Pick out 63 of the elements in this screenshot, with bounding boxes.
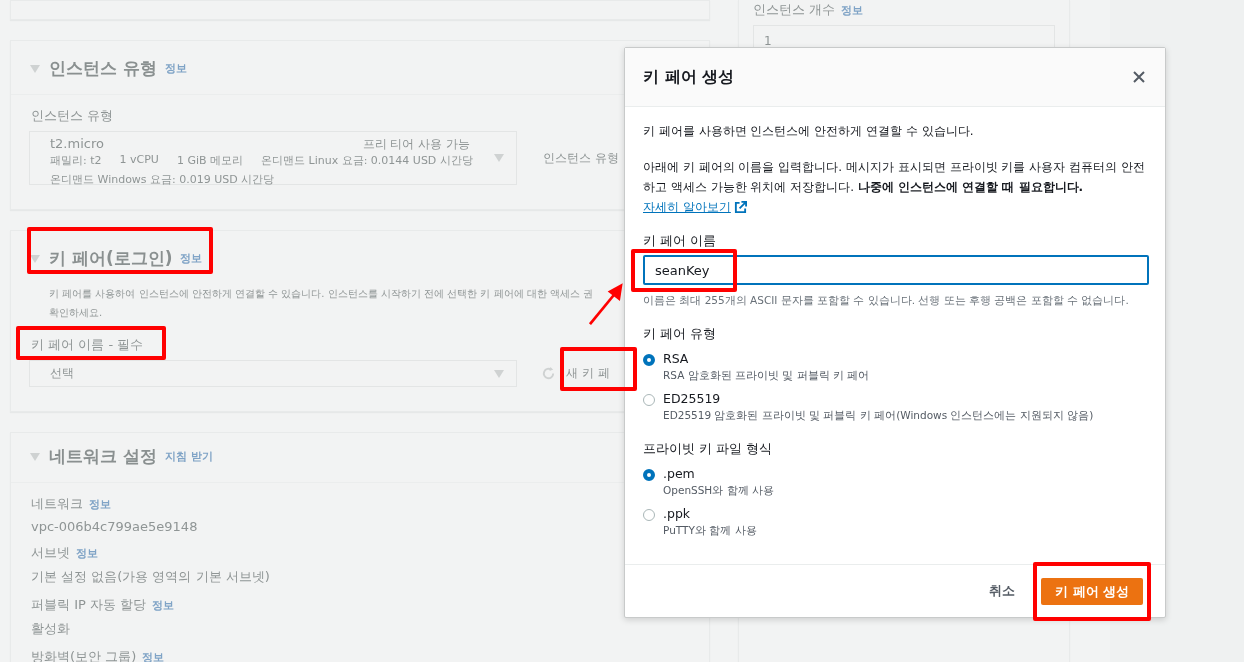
field-label: 인스턴스 유형: [31, 107, 114, 125]
compare-link[interactable]: 인스턴스 유형: [543, 149, 619, 167]
key-pair-name-field[interactable]: seanKey: [643, 255, 1149, 285]
radio-button[interactable]: [643, 469, 655, 481]
collapse-icon[interactable]: [29, 253, 41, 264]
option-label: .pem: [663, 466, 696, 481]
free-tier-label: 프리 티어 사용 가능: [362, 136, 470, 153]
info-link[interactable]: 정보: [76, 545, 98, 561]
radio-button[interactable]: [643, 394, 655, 406]
info-link[interactable]: 정보: [152, 597, 175, 613]
option-description: OpenSSH와 함께 사용: [663, 484, 775, 498]
option-description: ED25519 암호화된 프라이빗 및 퍼블릭 키 페어(Windows 인스턴스에는 지원되지 않음): [663, 409, 1095, 423]
field-hint: 이름은 최대 255개의 ASCII 문자를 포함할 수 있습니다. 선행 또는 후행 공백은 포함할 수 없습니다.: [643, 294, 1130, 308]
section-description: 확인하세요.: [49, 307, 103, 318]
close-button[interactable]: [1131, 69, 1147, 85]
select-placeholder: 선택: [50, 365, 74, 382]
field-label: 퍼블릭 IP 자동 할당: [31, 596, 147, 614]
field-value: 1: [764, 34, 772, 48]
group-label: 프라이빗 키 파일 형식: [643, 441, 773, 458]
instance-type-select[interactable]: t2.micro 프리 티어 사용 가능 패밀리: t2 1 vCPU 1 GiB 메모리 온디맨드 Linux 요금: 0.0144 USD 시간당 온디맨드 Windows 요금: 0.019 USD 시간당: [29, 131, 517, 185]
radio-button[interactable]: [643, 354, 655, 366]
option-label: RSA: [663, 351, 690, 366]
field-value: 활성화: [31, 620, 70, 638]
option-label: .ppk: [663, 506, 692, 521]
external-link-icon: [733, 200, 747, 214]
info-link[interactable]: 정보: [180, 251, 203, 266]
caret-icon: [494, 369, 504, 378]
instructions-text: 아래에 키 페어의 이름을 입력합니다. 메시지가 표시되면 프라이빗 키를 사용자 컴퓨터의 안전하고 액세스 가능한 위치에 저장합니다. 나중에 인스턴스에 연결할 때 필요합니다. 자세히 알아보기: [643, 157, 1147, 217]
section-description: 키 페어를 사용하여 인스턴스에 안전하게 연결할 수 있습니다. 인스턴스를 시작하기 전에 선택한 키 페어에 대한 액세스 권: [49, 288, 594, 299]
section-title: 인스턴스 유형: [49, 57, 157, 80]
intro-text: 키 페어를 사용하면 인스턴스에 안전하게 연결할 수 있습니다.: [643, 123, 975, 140]
instance-spec: 온디맨드 Linux 요금: 0.0144 USD 시간당: [261, 153, 473, 168]
option-label: ED25519: [663, 391, 722, 406]
instance-spec: 1 GiB 메모리: [176, 153, 243, 168]
instance-spec: 1 vCPU: [119, 153, 159, 168]
info-link[interactable]: 정보: [164, 61, 187, 76]
field-label: 인스턴스 개수: [753, 1, 836, 19]
refresh-icon[interactable]: [541, 366, 556, 381]
caret-icon: [494, 154, 504, 162]
info-link[interactable]: 정보: [89, 496, 111, 512]
guide-link[interactable]: 지침 받기: [164, 449, 213, 464]
option-description: PuTTY와 함께 사용: [663, 524, 758, 538]
new-key-pair-button[interactable]: 새 키 페: [566, 365, 610, 382]
field-label: 키 페어 이름: [643, 233, 717, 250]
section-title: 키 페어(로그인): [49, 247, 173, 270]
radio-button[interactable]: [643, 509, 655, 521]
field-label: 키 페어 이름 - 필수: [31, 336, 144, 354]
field-value: 기본 설정 없음(가용 영역의 기본 서브넷): [31, 568, 270, 586]
section-title: 네트워크 설정: [49, 445, 157, 468]
info-link[interactable]: 정보: [142, 649, 165, 662]
cancel-button[interactable]: 취소: [989, 582, 1016, 600]
instance-spec: 온디맨드 Windows 요금: 0.019 USD 시간당: [50, 173, 275, 186]
create-key-pair-button[interactable]: 키 페어 생성: [1041, 577, 1143, 605]
group-label: 키 페어 유형: [643, 326, 717, 343]
field-label: 네트워크: [31, 495, 83, 513]
option-description: RSA 암호화된 프라이빗 및 퍼블릭 키 페어: [663, 369, 871, 383]
learn-more-link[interactable]: 자세히 알아보기: [643, 197, 747, 217]
field-label: 서브넷: [31, 544, 70, 562]
key-pair-select[interactable]: 선택: [29, 360, 517, 387]
dialog-title: 키 페어 생성: [643, 66, 735, 88]
info-link[interactable]: 정보: [841, 2, 864, 18]
instance-type-name: t2.micro: [50, 136, 104, 153]
instance-spec: 패밀리: t2: [50, 153, 102, 168]
